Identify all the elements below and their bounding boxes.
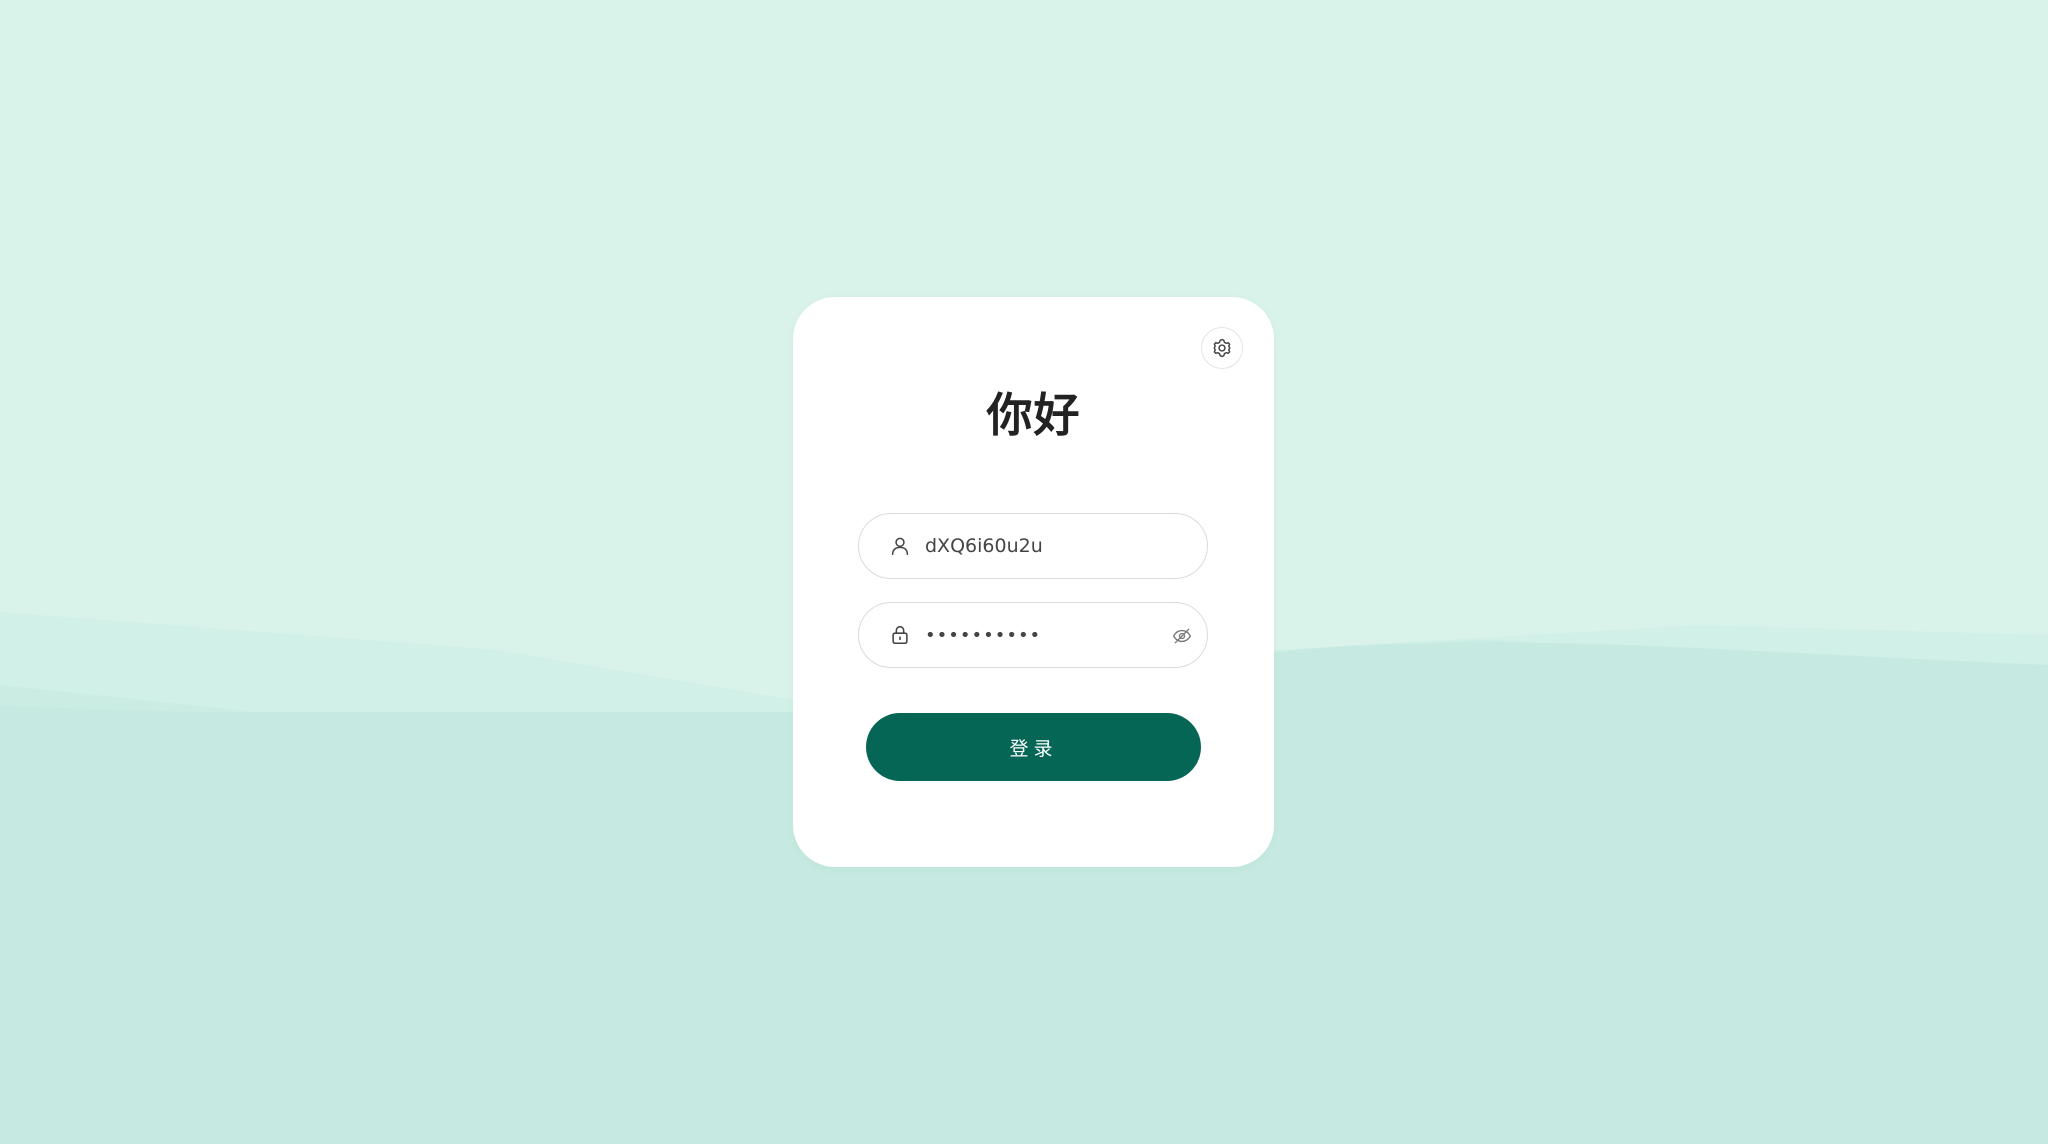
- lock-icon: [889, 624, 911, 646]
- gear-icon: [1211, 337, 1233, 359]
- eye-off-icon[interactable]: [1171, 625, 1193, 647]
- password-field[interactable]: [858, 602, 1208, 668]
- password-input[interactable]: [925, 624, 1145, 646]
- username-field[interactable]: [858, 513, 1208, 579]
- login-button[interactable]: 登录: [866, 713, 1201, 781]
- page-title: 你好: [986, 388, 1081, 442]
- username-input[interactable]: [925, 535, 1145, 557]
- user-icon: [889, 535, 911, 557]
- login-page: 你好 dXQ6i60u2u •••••••••• 登录: [0, 0, 2048, 1144]
- settings-button[interactable]: [1201, 327, 1243, 369]
- login-card: 你好 dXQ6i60u2u •••••••••• 登录: [793, 297, 1274, 867]
